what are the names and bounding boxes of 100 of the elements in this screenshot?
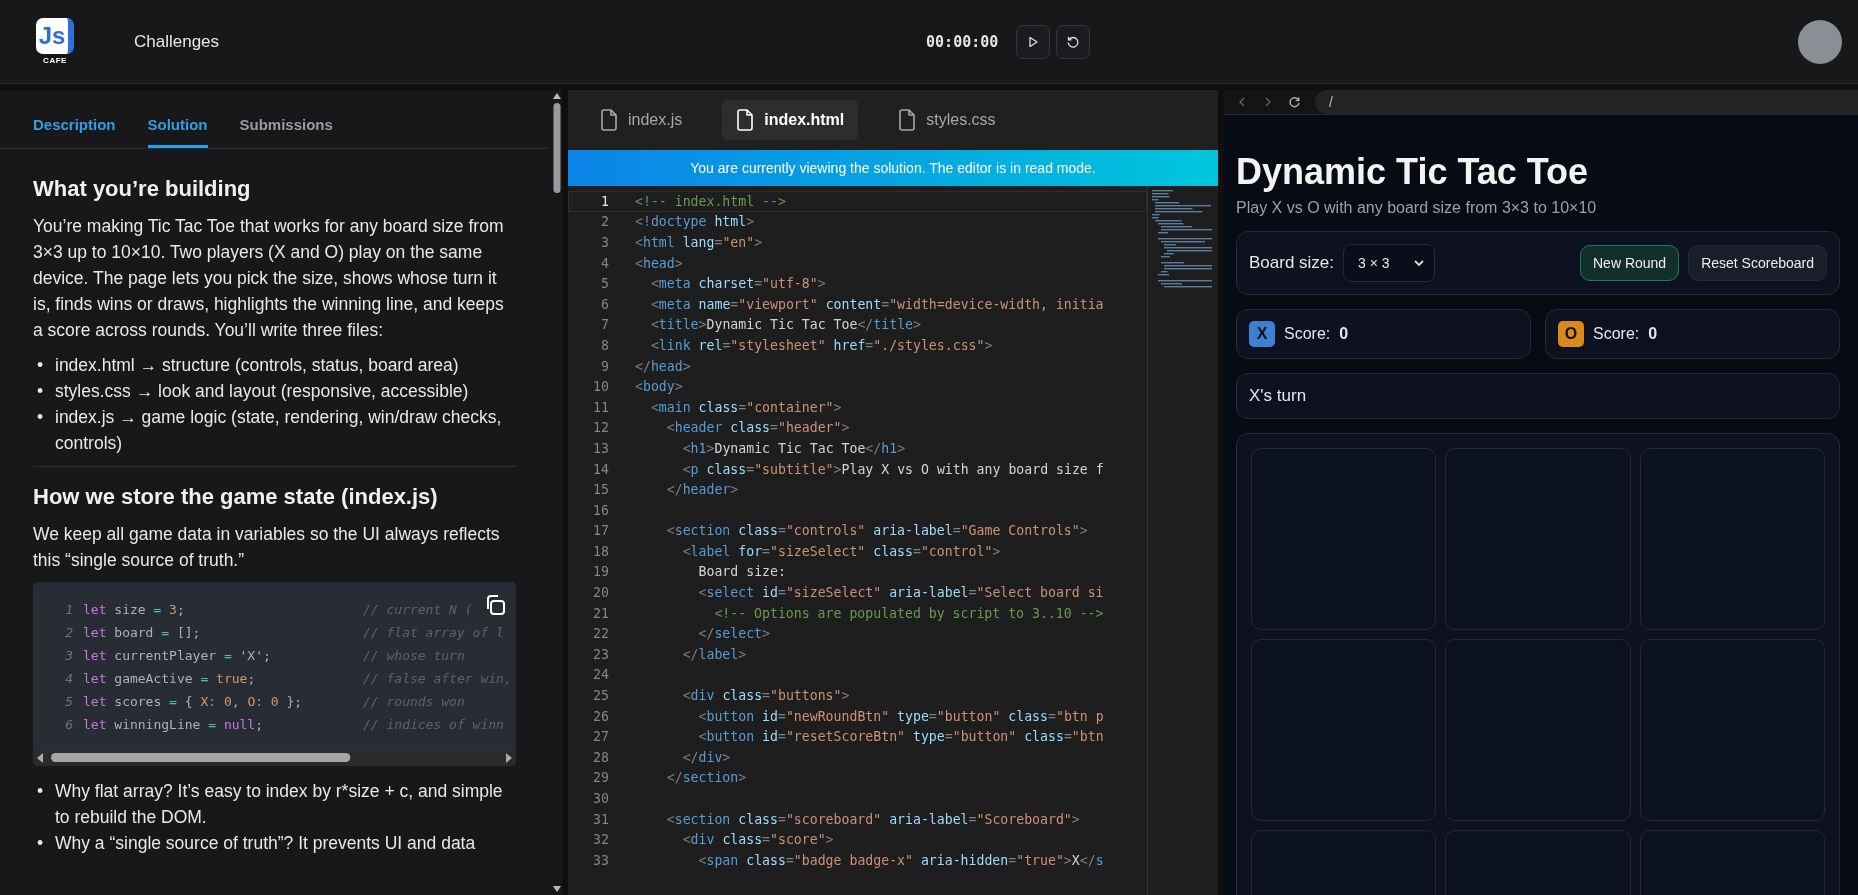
score-value: 0 bbox=[1339, 325, 1349, 343]
line-number: 31 bbox=[592, 811, 609, 827]
bullet-item: styles.css → look and layout (responsive, accessible) bbox=[55, 380, 469, 403]
line-number: 17 bbox=[592, 523, 609, 539]
board-size-label: Board size: bbox=[1249, 253, 1335, 273]
code-line: let board = []; bbox=[83, 625, 202, 640]
line-number: 29 bbox=[592, 770, 609, 786]
bullet-marker: • bbox=[36, 406, 45, 429]
bullet-marker: • bbox=[36, 780, 45, 803]
code-line: <header class="header"> bbox=[665, 420, 850, 436]
line-number: 20 bbox=[592, 585, 609, 601]
code-line: <meta charset="utf-8"> bbox=[649, 276, 826, 292]
paragraph: We keep all game data in variables so the UI always reflects this “single source of truth.” bbox=[33, 523, 501, 572]
line-number: 19 bbox=[592, 564, 609, 580]
section-heading: What you’re building bbox=[33, 175, 252, 203]
file-tab[interactable]: styles.css bbox=[884, 100, 1010, 140]
line-number: 26 bbox=[592, 708, 609, 724]
timer: 00:00:00 bbox=[926, 32, 999, 51]
action-button[interactable]: New Round bbox=[1580, 245, 1680, 281]
line-number: 33 bbox=[592, 852, 609, 868]
board-size-select[interactable]: 3 × 3 bbox=[1343, 244, 1435, 282]
code-comment: // whose turn bbox=[363, 648, 465, 663]
score-label: Score: bbox=[1593, 325, 1640, 343]
line-number: 13 bbox=[592, 440, 609, 456]
code-line: <meta name="viewport" content="width=device-width, initia bbox=[649, 296, 1104, 312]
code-line: <p class="subtitle">Play X vs O with any board size f bbox=[681, 461, 1104, 477]
line-number: 15 bbox=[592, 482, 609, 498]
line-number: 4 bbox=[64, 671, 73, 686]
board-cell[interactable] bbox=[1445, 639, 1631, 821]
logo-caption: CAFE bbox=[43, 56, 67, 65]
line-number: 7 bbox=[600, 317, 609, 333]
code-line: <div class="score"> bbox=[681, 832, 834, 848]
code-line: </head> bbox=[635, 358, 691, 374]
code-line: let currentPlayer = 'X'; bbox=[83, 648, 272, 663]
line-number: 2 bbox=[64, 625, 73, 640]
board-cell[interactable] bbox=[1639, 639, 1825, 821]
code-line: <button id="newRoundBtn" type="button" class="btn p bbox=[697, 708, 1104, 724]
copy-icon[interactable] bbox=[484, 594, 506, 616]
tab[interactable]: Solution bbox=[147, 116, 208, 148]
section-heading: How we store the game state (index.js) bbox=[33, 483, 439, 511]
play-icon bbox=[1027, 35, 1040, 48]
action-button[interactable]: Reset Scoreboard bbox=[1688, 245, 1827, 281]
line-number: 6 bbox=[64, 717, 73, 732]
line-number: 5 bbox=[64, 694, 73, 709]
code-line: </select> bbox=[697, 626, 770, 642]
code-line: let size = 3; bbox=[83, 602, 186, 617]
reload-icon[interactable] bbox=[1288, 95, 1301, 109]
file-icon bbox=[600, 109, 618, 131]
code-line: let winningLine = null; bbox=[83, 717, 265, 732]
board-cell[interactable] bbox=[1639, 448, 1825, 630]
code-line: <span class="badge badge-x" aria-hidden="true">X</s bbox=[697, 852, 1104, 868]
paragraph: You’re making Tic Tac Toe that works for any board size from 3×3 up to 10×10. Two players (X and O) play on the same device. The page lets you pick the size, shows whose turn it is, finds wins or draws, highlights the winning line, and keeps a score across rounds. You’ll write three files: bbox=[33, 215, 505, 342]
code-line: <!-- Options are populated by script to 3..10 --> bbox=[713, 605, 1104, 621]
page-subtitle: Play X vs O with any board size from 3×3 to 10×10 bbox=[1236, 199, 1598, 217]
code-line: <link rel="stylesheet" href="./styles.css"> bbox=[649, 337, 993, 353]
code-line: </label> bbox=[681, 646, 747, 662]
line-number: 1 bbox=[600, 193, 609, 209]
line-number: 6 bbox=[600, 296, 609, 312]
reset-icon bbox=[1066, 34, 1081, 49]
code-comment: // rounds won bbox=[363, 694, 465, 709]
line-number: 24 bbox=[592, 667, 609, 683]
line-number: 22 bbox=[592, 626, 609, 642]
board-cell[interactable] bbox=[1251, 448, 1437, 630]
line-number: 16 bbox=[592, 502, 609, 518]
player-badge: X bbox=[1249, 321, 1275, 347]
line-number: 5 bbox=[600, 276, 609, 292]
logo[interactable]: Js CAFE bbox=[28, 18, 82, 65]
board-cell[interactable] bbox=[1251, 639, 1437, 821]
nav-link[interactable]: Challenges bbox=[134, 31, 220, 52]
code-comment: // indices of winn bbox=[363, 717, 504, 732]
bullet-marker: • bbox=[36, 832, 45, 855]
score-label: Score: bbox=[1284, 325, 1331, 343]
address-field[interactable]: / bbox=[1315, 90, 1858, 114]
bullet-item: Why flat array? It’s easy to index by r*size + c, and simple to rebuild the DOM. bbox=[55, 780, 504, 829]
line-number: 32 bbox=[592, 832, 609, 848]
avatar[interactable] bbox=[1798, 19, 1842, 64]
horizontal-scrollbar[interactable] bbox=[33, 750, 516, 766]
reset-button[interactable] bbox=[1056, 24, 1091, 59]
code-line: <body> bbox=[635, 379, 683, 395]
code-line: <title>Dynamic Tic Tac Toe</title> bbox=[649, 317, 921, 333]
file-tab[interactable]: index.js bbox=[586, 100, 697, 140]
board-cell[interactable] bbox=[1445, 448, 1631, 630]
code-line: <section class="controls" aria-label="Game Controls"> bbox=[665, 523, 1088, 539]
chevron-down-icon bbox=[1413, 259, 1424, 267]
line-number: 12 bbox=[592, 420, 609, 436]
line-number: 21 bbox=[592, 605, 609, 621]
line-number: 28 bbox=[592, 749, 609, 765]
code-line: let scores = { X: 0, O: 0 }; bbox=[83, 694, 304, 709]
code-comment: // false after win, bbox=[363, 671, 512, 686]
code-line: </div> bbox=[681, 749, 731, 765]
player-badge: O bbox=[1558, 321, 1584, 347]
tab[interactable]: Submissions bbox=[239, 116, 333, 148]
play-button[interactable] bbox=[1016, 24, 1051, 59]
line-number: 23 bbox=[592, 646, 609, 662]
code-comment: // flat array of l bbox=[363, 625, 504, 640]
tab[interactable]: Description bbox=[33, 116, 116, 148]
file-tab[interactable]: index.html bbox=[722, 100, 859, 140]
line-number: 4 bbox=[600, 255, 609, 271]
code-line: <button id="resetScoreBtn" type="button" class="btn bbox=[697, 729, 1104, 745]
code-line: <div class="buttons"> bbox=[681, 688, 850, 704]
